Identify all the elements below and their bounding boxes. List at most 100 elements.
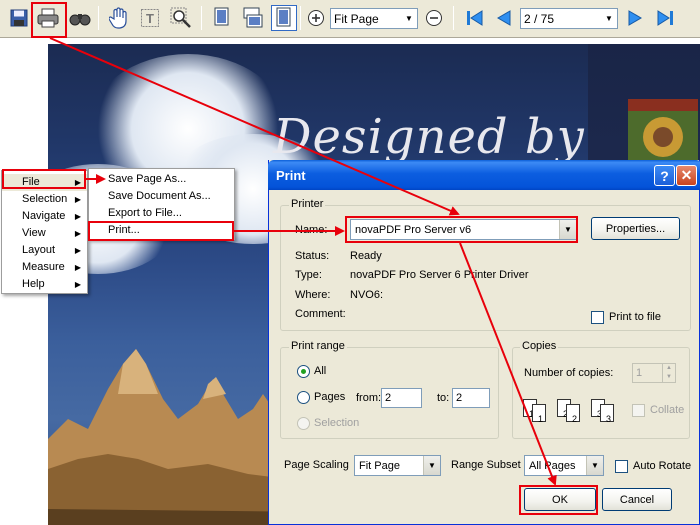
menu-item-label: Help xyxy=(22,278,45,290)
text-select-icon[interactable]: T xyxy=(137,5,163,31)
collate-icon: 1 1 2 2 3 3 xyxy=(523,397,627,433)
cancel-button-label: Cancel xyxy=(619,493,655,506)
type-value: novaPDF Pro Server 6 Printer Driver xyxy=(350,269,529,281)
print-dialog: Print ? ✕ Printer Name: novaPDF Pro Serv… xyxy=(268,160,700,525)
print-to-file-label: Print to file xyxy=(609,311,661,323)
printer-name-select[interactable]: novaPDF Pro Server v6 ▼ xyxy=(350,219,577,240)
comment-label: Comment: xyxy=(295,308,346,320)
collate-checkbox[interactable] xyxy=(632,404,645,417)
find-icon[interactable] xyxy=(67,5,93,31)
dialog-title: Print xyxy=(276,168,306,183)
copies-input[interactable]: 1 xyxy=(632,363,663,383)
menu-item-save-page[interactable]: Save Page As... xyxy=(89,171,234,188)
chevron-down-icon[interactable]: ▼ xyxy=(559,220,576,239)
menu-item-file[interactable]: File ▶ xyxy=(2,174,87,191)
menu-item-help[interactable]: Help ▶ xyxy=(2,276,87,293)
to-label: to: xyxy=(437,392,450,404)
auto-rotate-checkbox[interactable] xyxy=(615,460,628,473)
properties-button[interactable]: Properties... xyxy=(591,217,680,240)
continuous-icon[interactable] xyxy=(240,5,266,31)
print-icon[interactable] xyxy=(35,5,61,31)
zoom-in-icon[interactable] xyxy=(303,5,329,31)
menu-item-export[interactable]: Export to File... xyxy=(89,205,234,222)
range-all-radio[interactable] xyxy=(297,365,310,378)
where-label: Where: xyxy=(295,289,331,301)
menu-item-view[interactable]: View ▶ xyxy=(2,225,87,242)
number-of-copies-label: Number of copies: xyxy=(524,367,614,379)
status-label: Status: xyxy=(295,250,330,262)
chevron-down-icon[interactable]: ▼ xyxy=(586,456,603,475)
print-range-label: Print range xyxy=(289,340,347,352)
chevron-down-icon[interactable]: ▼ xyxy=(600,9,617,28)
dialog-titlebar[interactable]: Print ? ✕ xyxy=(268,160,700,190)
menu-item-label: Save Page As... xyxy=(108,173,187,185)
print-to-file-checkbox[interactable] xyxy=(591,311,604,324)
single-page-icon[interactable] xyxy=(209,5,235,31)
zoom-out-icon[interactable] xyxy=(421,5,447,31)
menu-item-label: Navigate xyxy=(22,210,66,222)
range-subset-select[interactable]: All Pages ▼ xyxy=(524,455,604,476)
zoom-icon[interactable] xyxy=(168,5,194,31)
page-scaling-select[interactable]: Fit Page ▼ xyxy=(354,455,441,476)
range-all-label: All xyxy=(314,365,327,377)
menu-item-selection[interactable]: Selection ▶ xyxy=(2,191,87,208)
name-label: Name: xyxy=(295,224,328,236)
collate-label: Collate xyxy=(650,404,685,416)
sheet-label: 1 xyxy=(532,404,546,424)
next-page-icon[interactable] xyxy=(622,5,648,31)
chevron-down-icon[interactable]: ▼ xyxy=(400,9,417,28)
last-page-icon[interactable] xyxy=(652,5,678,31)
first-page-icon[interactable] xyxy=(462,5,488,31)
sheet-label: 2 xyxy=(566,404,580,424)
sheet-label: 3 xyxy=(600,404,614,424)
ok-button[interactable]: OK xyxy=(524,488,596,511)
copies-spinner[interactable]: ▲ ▼ xyxy=(662,363,676,383)
zoom-value: Fit Page xyxy=(334,11,379,26)
range-subset-value: All Pages xyxy=(529,459,576,472)
facing-icon[interactable] xyxy=(271,5,297,31)
printer-name-value: novaPDF Pro Server v6 xyxy=(355,223,472,236)
properties-button-label: Properties... xyxy=(605,222,666,235)
page-number-value: 2 / 75 xyxy=(524,11,555,26)
where-value: NVO6: xyxy=(350,289,384,301)
range-selection-radio[interactable] xyxy=(297,417,310,430)
cancel-button[interactable]: Cancel xyxy=(602,488,672,511)
page-number-select[interactable]: 2 / 75 ▼ xyxy=(520,8,618,29)
menu-item-print[interactable]: Print... xyxy=(89,222,234,239)
menu-item-label: Export to File... xyxy=(108,207,182,219)
menu-item-navigate[interactable]: Navigate ▶ xyxy=(2,208,87,225)
page-scaling-label: Page Scaling xyxy=(284,459,349,471)
type-label: Type: xyxy=(295,269,322,281)
range-selection-label: Selection xyxy=(314,417,360,429)
zoom-select[interactable]: Fit Page ▼ xyxy=(330,8,418,29)
range-subset-label: Range Subset xyxy=(451,459,521,471)
menu-item-label: Save Document As... xyxy=(108,190,211,202)
printer-group-label: Printer xyxy=(289,198,326,210)
svg-text:T: T xyxy=(146,11,154,26)
copies-label: Copies xyxy=(520,340,559,352)
file-submenu: Save Page As... Save Document As... Expo… xyxy=(88,168,235,240)
chevron-down-icon[interactable]: ▼ xyxy=(423,456,440,475)
menu-item-measure[interactable]: Measure ▶ xyxy=(2,259,87,276)
to-input[interactable]: 2 xyxy=(452,388,490,408)
menu-item-save-document[interactable]: Save Document As... xyxy=(89,188,234,205)
status-value: Ready xyxy=(350,250,382,262)
page-scaling-value: Fit Page xyxy=(359,459,400,472)
range-pages-label: Pages xyxy=(314,391,346,403)
ok-button-label: OK xyxy=(552,493,568,506)
from-input[interactable]: 2 xyxy=(381,388,422,408)
auto-rotate-label: Auto Rotate xyxy=(633,460,692,472)
prev-page-icon[interactable] xyxy=(491,5,517,31)
close-icon[interactable]: ✕ xyxy=(676,165,697,186)
help-icon[interactable]: ? xyxy=(654,165,675,186)
menu-item-label: Layout xyxy=(22,244,56,256)
save-icon[interactable] xyxy=(6,5,32,31)
menu-item-layout[interactable]: Layout ▶ xyxy=(2,242,87,259)
hand-icon[interactable] xyxy=(106,5,132,31)
menu-item-label: Print... xyxy=(108,224,140,236)
menu-item-label: Selection xyxy=(22,193,68,205)
context-menu: File ▶ Selection ▶ Navigate ▶ View ▶ Layout ▶… xyxy=(1,170,88,294)
page-title: Designed by xyxy=(273,109,585,165)
from-label: from: xyxy=(356,392,382,404)
range-pages-radio[interactable] xyxy=(297,391,310,404)
